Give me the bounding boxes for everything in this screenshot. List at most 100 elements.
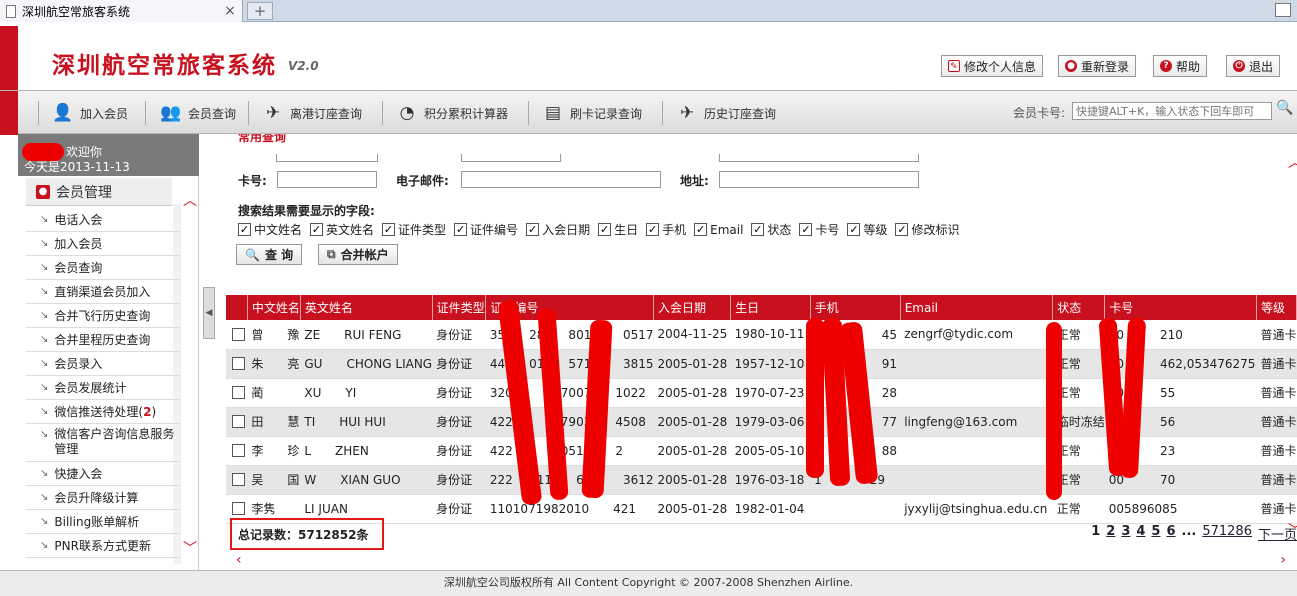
table-header[interactable]: 状态 <box>1052 295 1106 320</box>
sidebar-item-merge-mileage-history[interactable]: ↘ 合并里程历史查询 <box>26 328 181 352</box>
browser-tab[interactable]: 深圳航空常旅客系统 × <box>0 0 243 22</box>
table-header[interactable]: 证件类型 <box>432 295 487 320</box>
last-page-link[interactable]: 571286 <box>1202 524 1252 543</box>
table-header[interactable]: Email <box>900 295 1054 320</box>
chevron-left-icon[interactable]: ‹ <box>236 552 242 568</box>
field-checkbox-english-name[interactable]: ✓ 英文姓名 <box>310 221 374 238</box>
toolbar-add-member[interactable]: 👤 加入会员 <box>50 99 128 127</box>
query-button[interactable]: 🔍 查 询 <box>236 244 303 265</box>
checkbox-checked[interactable]: ✓ <box>751 223 765 236</box>
address-input[interactable] <box>719 171 919 188</box>
checkbox-checked[interactable]: ✓ <box>454 223 468 236</box>
page-link[interactable]: 5 <box>1151 524 1160 543</box>
toolbar-departure-query[interactable]: ✈ 离港订座查询 <box>260 99 362 127</box>
edit-profile-button[interactable]: ✎ 修改个人信息 <box>941 55 1044 77</box>
toolbar-card-records[interactable]: ▤ 刷卡记录查询 <box>540 99 642 127</box>
toolbar-booking-history[interactable]: ✈ 历史订座查询 <box>674 99 776 127</box>
logout-button[interactable]: ⏻ 退出 <box>1226 55 1281 77</box>
field-checkbox-id-type[interactable]: ✓ 证件类型 <box>382 221 446 238</box>
help-button[interactable]: ? 帮助 <box>1153 55 1208 77</box>
field-checkbox-join-date[interactable]: ✓ 入会日期 <box>526 221 590 238</box>
chevron-up-icon[interactable]: ︿ <box>1288 152 1297 172</box>
sidebar-item-member-query[interactable]: ↘ 会员查询 <box>26 256 181 280</box>
sidebar-item-phone-join[interactable]: ↘ 电话入会 <box>26 208 181 232</box>
checkbox-checked[interactable]: ✓ <box>238 223 251 236</box>
merge-account-button[interactable]: ⧉ 合并帐户 <box>318 244 398 265</box>
sidebar-item-pnr-update[interactable]: ↘ PNR联系方式更新 <box>26 534 181 558</box>
page-link[interactable]: 3 <box>1121 524 1130 543</box>
row-checkbox[interactable] <box>232 357 245 370</box>
checkbox-checked[interactable]: ✓ <box>694 223 708 236</box>
field-checkbox-email[interactable]: ✓ Email <box>694 221 743 238</box>
sidebar-item-tier-calc[interactable]: ↘ 会员升降级计算 <box>26 486 181 510</box>
badge-paren: ) <box>151 404 157 419</box>
add-user-icon: 👤 <box>52 103 74 123</box>
row-select-cell <box>226 349 248 379</box>
menu-section-member-management[interactable]: ● 会员管理 <box>26 178 172 206</box>
field-checkbox-status[interactable]: ✓ 状态 <box>751 221 791 238</box>
row-checkbox[interactable] <box>232 327 245 341</box>
checkbox-checked[interactable]: ✓ <box>598 223 612 236</box>
chevron-up-icon[interactable]: ︿ <box>183 190 197 210</box>
toolbar-member-query[interactable]: 👥 会员查询 <box>158 99 236 127</box>
sidebar-item-member-stats[interactable]: ↘ 会员发展统计 <box>26 376 181 400</box>
card-number-input[interactable] <box>277 171 377 188</box>
sidebar-item-join-member[interactable]: ↘ 加入会员 <box>26 232 181 256</box>
sidebar-item-member-entry[interactable]: ↘ 会员录入 <box>26 352 181 376</box>
table-header[interactable]: 等级 <box>1256 295 1297 320</box>
chevron-right-icon[interactable]: › <box>1280 552 1286 568</box>
table-header[interactable]: 英文姓名 <box>300 295 433 320</box>
search-icon[interactable]: 🔍 <box>1276 100 1294 118</box>
table-header[interactable]: 生日 <box>730 295 811 320</box>
row-checkbox[interactable] <box>232 386 245 399</box>
page-link[interactable]: 1 <box>1091 524 1100 543</box>
field-checkbox-card-number[interactable]: ✓ 卡号 <box>799 221 839 238</box>
page-link[interactable]: 4 <box>1136 524 1145 543</box>
checkbox-checked[interactable]: ✓ <box>526 223 540 236</box>
display-fields-header: 搜索结果需要显示的字段: <box>238 204 375 218</box>
page-link[interactable]: 2 <box>1106 524 1115 543</box>
field-checkbox-mobile[interactable]: ✓ 手机 <box>646 221 686 238</box>
checkbox-checked[interactable]: ✓ <box>895 223 909 236</box>
relogin-button[interactable]: ● 重新登录 <box>1058 55 1137 77</box>
sidebar-collapse-handle[interactable]: ◀ <box>203 287 215 339</box>
cell-join-date: 2005-01-28 <box>653 349 731 379</box>
sidebar-item-wechat-pending[interactable]: ↘ 微信推送待处理(2) <box>26 400 181 424</box>
chevron-down-icon[interactable]: ﹀ <box>1288 520 1297 540</box>
window-restore-icon[interactable] <box>1275 3 1291 17</box>
cell-birthday: 1970-07-23 <box>730 378 811 408</box>
sidebar-item-wechat-consult[interactable]: ↘ 微信客户咨询信息服务管理 <box>26 424 181 462</box>
table-header[interactable]: 卡号 <box>1104 295 1257 320</box>
sidebar-item-direct-channel[interactable]: ↘ 直销渠道会员加入 <box>26 280 181 304</box>
table-row[interactable]: 李隽 LI JUAN 身份证 1101071982010 421 2005-01-28 1… <box>226 494 1297 524</box>
row-checkbox[interactable] <box>232 502 245 515</box>
field-checkbox-id-number[interactable]: ✓ 证件编号 <box>454 221 518 238</box>
checkbox-checked[interactable]: ✓ <box>847 223 861 236</box>
sidebar-item-merge-flight-history[interactable]: ↘ 合并飞行历史查询 <box>26 304 181 328</box>
checkbox-checked[interactable]: ✓ <box>799 223 813 236</box>
checkbox-checked[interactable]: ✓ <box>310 223 324 236</box>
table-header[interactable]: 中文姓名 <box>247 295 301 320</box>
field-checkbox-chinese-name[interactable]: ✓ 中文姓名 <box>238 221 302 238</box>
horizontal-scrollbar[interactable]: ‹ › <box>236 552 1286 568</box>
row-checkbox[interactable] <box>232 473 245 486</box>
field-checkbox-tier[interactable]: ✓ 等级 <box>847 221 887 238</box>
new-tab-button[interactable]: + <box>247 2 273 20</box>
email-input[interactable] <box>461 171 661 188</box>
checkbox-checked[interactable]: ✓ <box>646 223 660 236</box>
checkbox-checked[interactable]: ✓ <box>382 223 396 236</box>
field-checkbox-birthday[interactable]: ✓ 生日 <box>598 221 638 238</box>
row-checkbox[interactable] <box>232 444 245 457</box>
sidebar-item-quick-join[interactable]: ↘ 快捷入会 <box>26 462 181 486</box>
toolbar-departure-query-label: 离港订座查询 <box>290 106 363 121</box>
chevron-down-icon[interactable]: ﹀ <box>183 538 197 558</box>
toolbar-points-calculator[interactable]: ◔ 积分累积计算器 <box>394 99 508 127</box>
table-header[interactable]: 手机 <box>810 295 901 320</box>
member-card-input[interactable] <box>1072 102 1272 120</box>
close-tab-icon[interactable]: × <box>222 3 238 19</box>
table-header[interactable]: 入会日期 <box>653 295 732 320</box>
sidebar-item-billing-parse[interactable]: ↘ Billing账单解析 <box>26 510 181 534</box>
field-checkbox-modified-flag[interactable]: ✓ 修改标识 <box>895 221 959 238</box>
page-link[interactable]: 6 <box>1166 524 1175 543</box>
row-checkbox[interactable] <box>232 415 245 428</box>
